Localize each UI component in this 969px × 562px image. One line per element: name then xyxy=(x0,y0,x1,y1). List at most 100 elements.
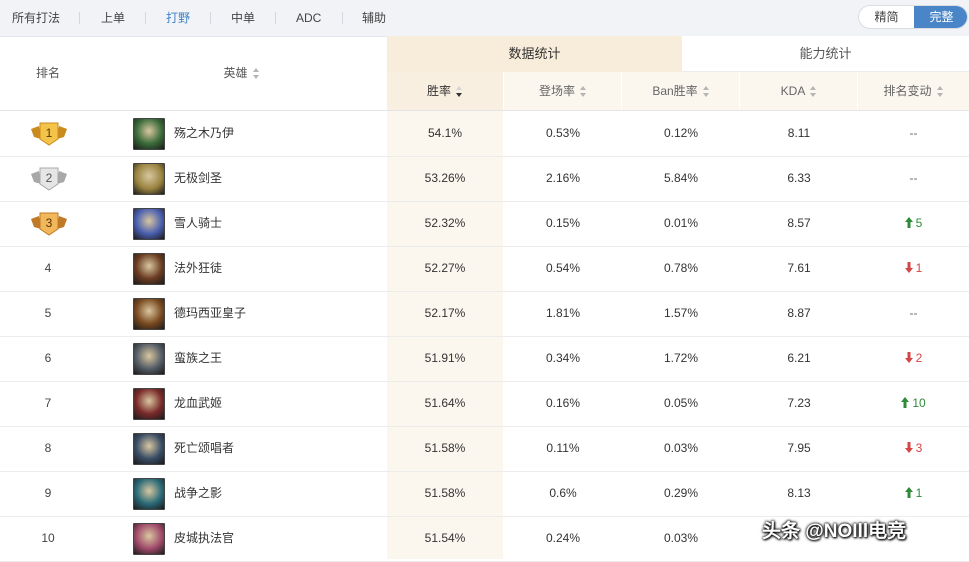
win-rate-header-label: 胜率 xyxy=(426,84,451,98)
win-rate-column-header[interactable]: 胜率 xyxy=(387,72,503,110)
arrow-up-icon xyxy=(904,487,913,498)
ban-win-rate-value: 5.84% xyxy=(663,171,699,185)
tab-divider xyxy=(342,12,343,24)
hero-avatar[interactable] xyxy=(133,163,165,195)
pick-rate-value: 0.53% xyxy=(545,126,581,140)
ban-win-rate-value: 0.12% xyxy=(663,126,699,140)
kda-value: 8.87 xyxy=(787,306,811,320)
tab-divider xyxy=(145,12,146,24)
ban-win-rate-value: 0.05% xyxy=(663,396,699,410)
pick-rate-value: 0.16% xyxy=(545,396,581,410)
table-row[interactable]: 7 龙血武姬 51.64% 0.16% 0.05% 7.23 10 xyxy=(0,381,969,426)
table-row[interactable]: 1 殇之木乃伊 54.1% 0.53% 0.12% 8.11 -- xyxy=(0,111,969,156)
hero-avatar[interactable] xyxy=(133,343,165,375)
hero-avatar[interactable] xyxy=(133,253,165,285)
rank-change-text: -- xyxy=(909,126,918,140)
kda-column-header[interactable]: KDA xyxy=(740,72,858,110)
table-row[interactable]: 2 无极剑圣 53.26% 2.16% 5.84% 6.33 -- xyxy=(0,156,969,201)
hero-name-link[interactable]: 无极剑圣 xyxy=(174,156,374,201)
rank-number: 1 xyxy=(46,126,53,140)
hero-column-header[interactable]: 英雄 xyxy=(96,36,387,110)
win-rate-value: 52.17% xyxy=(424,306,466,320)
hero-avatar[interactable] xyxy=(133,298,165,330)
rank-medal-icon: 1 xyxy=(31,122,67,146)
kda-value: 6.33 xyxy=(787,171,811,185)
rank-change-value: -- xyxy=(858,111,969,156)
kda-value: 8.13 xyxy=(787,486,811,500)
hero-avatar[interactable] xyxy=(133,118,165,150)
tab-top[interactable]: 上单 xyxy=(101,0,125,36)
rank-change-column-header[interactable]: 排名变动 xyxy=(858,72,969,110)
hero-avatar[interactable] xyxy=(133,208,165,240)
rank-change-value: 10 xyxy=(858,381,969,426)
kda-value: 7.61 xyxy=(787,261,811,275)
rank-change-text: -- xyxy=(909,171,918,185)
rank-medal-icon: 2 xyxy=(31,167,67,191)
kda-header-label: KDA xyxy=(780,84,806,98)
hero-name-link[interactable]: 德玛西亚皇子 xyxy=(174,291,374,336)
sort-icon xyxy=(252,68,260,80)
hero-name-link[interactable]: 龙血武姬 xyxy=(174,381,374,426)
tab-jungle[interactable]: 打野 xyxy=(166,0,190,36)
simple-mode-button[interactable]: 精简 xyxy=(859,6,914,28)
arrow-down-icon xyxy=(904,352,913,363)
sort-icon xyxy=(810,86,817,98)
hero-avatar[interactable] xyxy=(133,478,165,510)
full-mode-button[interactable]: 完整 xyxy=(914,6,967,28)
ban-win-rate-column-header[interactable]: Ban胜率 xyxy=(622,72,740,110)
rank-medal-icon: 3 xyxy=(31,212,67,236)
win-rate-value: 53.26% xyxy=(424,171,466,185)
pick-rate-value: 0.11% xyxy=(546,441,580,455)
table-row[interactable]: 5 德玛西亚皇子 52.17% 1.81% 1.57% 8.87 -- xyxy=(0,291,969,336)
tab-all-roles[interactable]: 所有打法 xyxy=(12,0,60,36)
ban-win-rate-value: 0.01% xyxy=(663,216,699,230)
pick-rate-value: 0.24% xyxy=(545,531,581,545)
rank-change-value: 5 xyxy=(858,201,969,246)
rank-change-text: 1 xyxy=(915,261,923,275)
arrow-down-icon xyxy=(904,262,913,273)
rank-change-value: 1 xyxy=(858,471,969,516)
data-stats-group-header: 数据统计 xyxy=(387,36,682,72)
rank-change-header-label: 排名变动 xyxy=(883,84,932,98)
table-row[interactable]: 6 蛮族之王 51.91% 0.34% 1.72% 6.21 2 xyxy=(0,336,969,381)
pick-rate-value: 0.15% xyxy=(545,216,581,230)
hero-avatar[interactable] xyxy=(133,388,165,420)
hero-name-link[interactable]: 蛮族之王 xyxy=(174,336,374,381)
rank-change-text: 5 xyxy=(915,216,923,230)
sort-icon xyxy=(702,86,710,98)
table-row[interactable]: 8 死亡颂唱者 51.58% 0.11% 0.03% 7.95 3 xyxy=(0,426,969,471)
table-row[interactable]: 4 法外狂徒 52.27% 0.54% 0.78% 7.61 1 xyxy=(0,246,969,291)
tab-mid[interactable]: 中单 xyxy=(231,0,255,36)
pick-rate-value: 2.16% xyxy=(545,171,581,185)
pick-rate-column-header[interactable]: 登场率 xyxy=(504,72,622,110)
tab-adc[interactable]: ADC xyxy=(296,0,321,36)
hero-name-link[interactable]: 皮城执法官 xyxy=(174,516,374,561)
rank-change-text: 3 xyxy=(915,441,923,455)
ability-stats-group-header[interactable]: 能力统计 xyxy=(682,36,969,72)
hero-avatar[interactable] xyxy=(133,523,165,555)
rank-number: 7 xyxy=(44,396,52,410)
hero-name-link[interactable]: 战争之影 xyxy=(174,471,374,516)
ban-win-rate-value: 1.57% xyxy=(663,306,699,320)
table-row[interactable]: 9 战争之影 51.58% 0.6% 0.29% 8.13 1 xyxy=(0,471,969,516)
rank-column-header: 排名 xyxy=(35,66,60,80)
hero-column-label: 英雄 xyxy=(223,66,248,80)
ban-win-rate-value: 0.03% xyxy=(663,441,699,455)
view-mode-toggle: 精简 完整 xyxy=(858,5,968,29)
pick-rate-value: 0.34% xyxy=(545,351,581,365)
table-row[interactable]: 3 雪人骑士 52.32% 0.15% 0.01% 8.57 5 xyxy=(0,201,969,246)
kda-value: 8.11 xyxy=(787,126,811,140)
hero-name-link[interactable]: 雪人骑士 xyxy=(174,201,374,246)
hero-name-link[interactable]: 死亡颂唱者 xyxy=(174,426,374,471)
tab-divider xyxy=(79,12,80,24)
win-rate-value: 51.64% xyxy=(424,396,466,410)
arrow-up-icon xyxy=(904,217,913,228)
rank-number: 8 xyxy=(44,441,52,455)
kda-value: 6.21 xyxy=(787,351,811,365)
tab-support[interactable]: 辅助 xyxy=(362,0,386,36)
rank-change-value: -- xyxy=(858,156,969,201)
sort-icon xyxy=(936,86,944,98)
hero-avatar[interactable] xyxy=(133,433,165,465)
hero-name-link[interactable]: 殇之木乃伊 xyxy=(174,111,374,156)
hero-name-link[interactable]: 法外狂徒 xyxy=(174,246,374,291)
